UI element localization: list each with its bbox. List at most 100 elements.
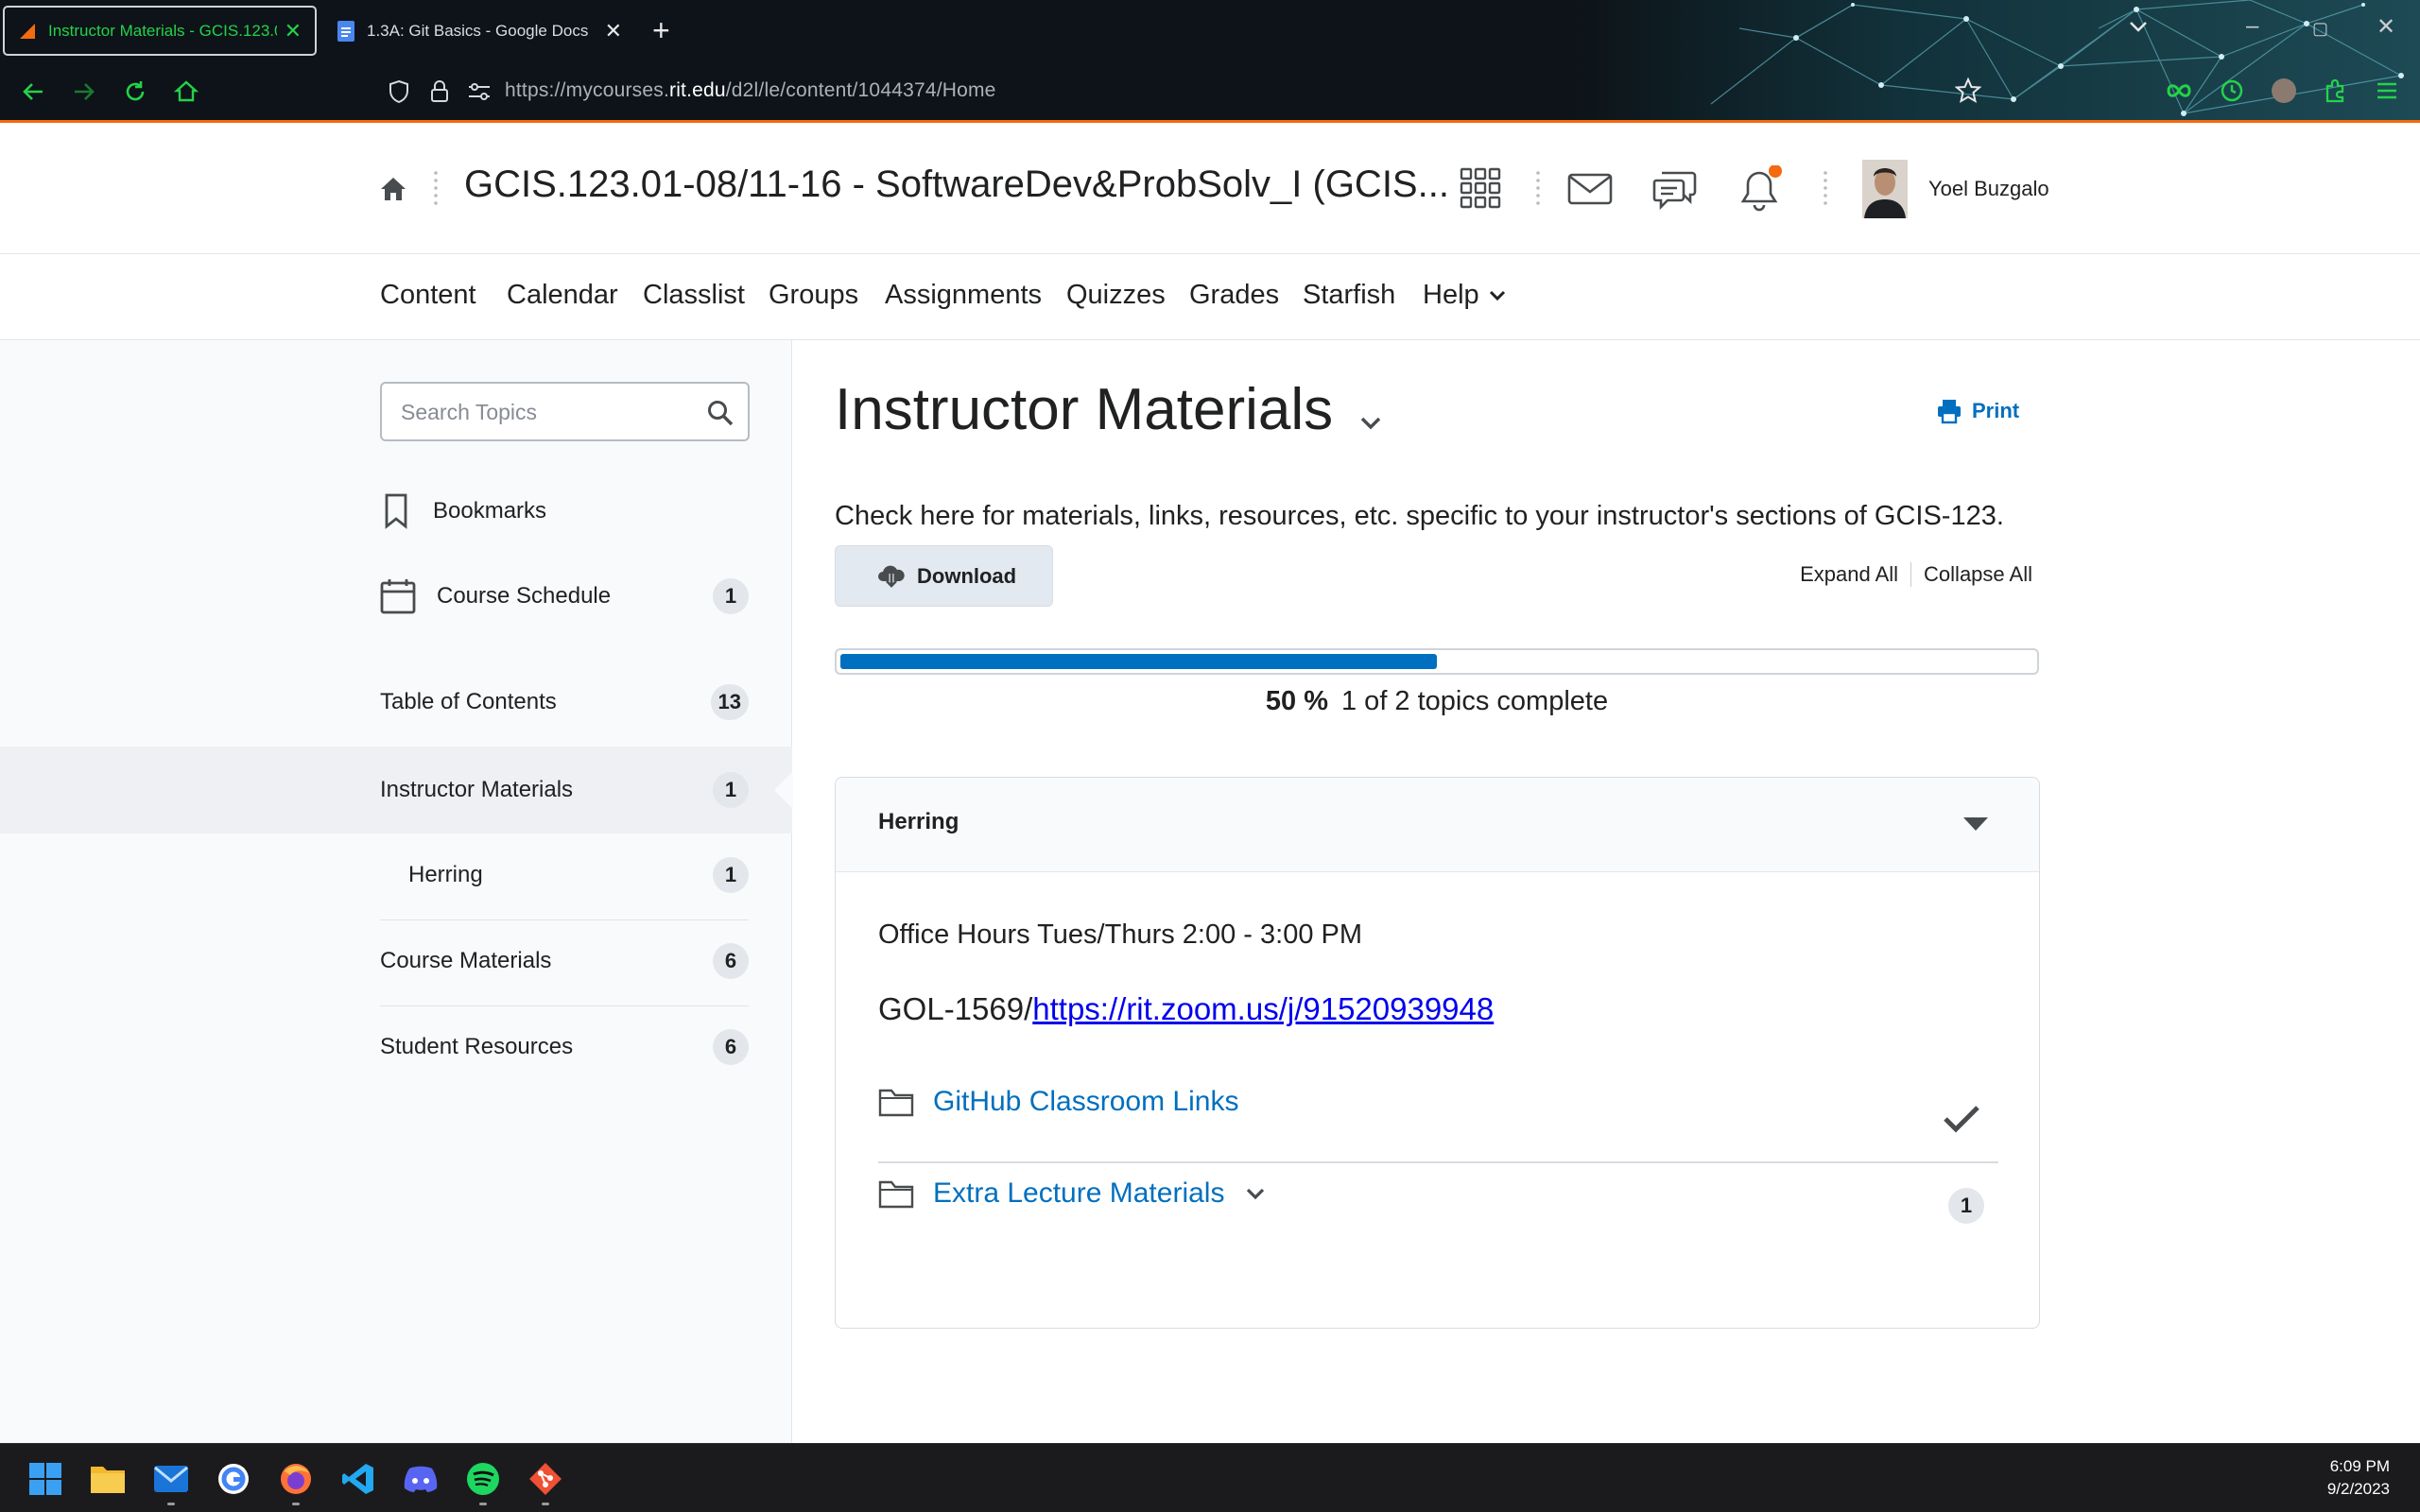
- toc-sidebar: Bookmarks Course Schedule 1 Table of Con…: [0, 340, 793, 1443]
- nav-groups[interactable]: Groups: [769, 280, 858, 311]
- topic-link[interactable]: Extra Lecture Materials: [933, 1177, 1224, 1210]
- collapse-caret-icon[interactable]: [1962, 816, 1990, 833]
- module-header[interactable]: Herring: [836, 778, 2039, 872]
- list-tabs-chevron-icon[interactable]: [2127, 15, 2150, 38]
- topic-extra-lecture-materials[interactable]: Extra Lecture Materials: [878, 1160, 1998, 1228]
- menu-hamburger-icon[interactable]: [2375, 79, 2399, 102]
- download-button[interactable]: Download: [835, 545, 1053, 607]
- nav-quizzes[interactable]: Quizzes: [1066, 280, 1166, 311]
- progress-bar-fill: [840, 654, 1437, 669]
- notifications-bell-icon[interactable]: [1739, 165, 1783, 213]
- mail-icon[interactable]: [1567, 173, 1613, 205]
- spotify-icon[interactable]: [464, 1460, 502, 1498]
- user-name[interactable]: Yoel Buzgalo: [1928, 177, 2049, 201]
- forward-arrow-icon: [75, 83, 95, 100]
- search-topics-input[interactable]: [401, 397, 684, 427]
- minimize-window-icon[interactable]: –: [2246, 13, 2258, 40]
- course-schedule-label: Course Schedule: [437, 583, 612, 609]
- course-navbar: Content Calendar Classlist Groups Assign…: [0, 255, 2420, 340]
- tab-title: 1.3A: Git Basics - Google Docs: [367, 21, 589, 40]
- home-icon[interactable]: [379, 175, 407, 203]
- extension-infinity-icon[interactable]: [2165, 79, 2193, 102]
- nav-grades[interactable]: Grades: [1189, 280, 1279, 311]
- divider: [380, 919, 749, 920]
- collapse-all-link[interactable]: Collapse All: [1924, 562, 2032, 587]
- print-button[interactable]: Print: [1936, 398, 2019, 424]
- notification-dot: [1769, 165, 1782, 178]
- tab-title: Instructor Materials - GCIS.123.01: [48, 21, 277, 40]
- address-bar[interactable]: https://mycourses.rit.edu/d2l/le/content…: [505, 79, 996, 102]
- accent-bar: [0, 120, 2420, 123]
- firefox-icon[interactable]: [277, 1460, 315, 1498]
- new-tab-button[interactable]: +: [652, 13, 670, 47]
- close-tab-icon[interactable]: ✕: [605, 19, 622, 43]
- nav-starfish[interactable]: Starfish: [1303, 280, 1395, 311]
- nav-calendar[interactable]: Calendar: [507, 280, 618, 311]
- count-badge: 6: [713, 1029, 749, 1065]
- course-selector-grid-icon[interactable]: [1460, 167, 1501, 209]
- nav-content[interactable]: Content: [380, 280, 476, 311]
- profile-avatar-icon[interactable]: [2272, 78, 2296, 103]
- topic-link[interactable]: GitHub Classroom Links: [933, 1086, 1238, 1118]
- bookmark-icon: [385, 493, 407, 529]
- network-theme-background: [1569, 0, 2420, 120]
- tab-instructor-materials[interactable]: Instructor Materials - GCIS.123.01 ✕: [3, 6, 317, 56]
- module-title: Herring: [878, 809, 959, 834]
- toc-item-label: Herring: [408, 862, 483, 887]
- back-button[interactable]: [17, 76, 49, 108]
- toc-item-course-materials[interactable]: Course Materials 6: [380, 935, 749, 988]
- extension-clock-icon[interactable]: [2220, 78, 2244, 103]
- close-tab-icon[interactable]: ✕: [285, 19, 302, 43]
- chevron-down-icon[interactable]: [1245, 1186, 1266, 1201]
- count-badge: 1: [713, 578, 749, 614]
- extensions-puzzle-icon[interactable]: [2323, 77, 2349, 104]
- vscode-icon[interactable]: [339, 1460, 377, 1498]
- discord-icon[interactable]: [402, 1460, 440, 1498]
- header-divider: [1824, 169, 1827, 207]
- nav-classlist[interactable]: Classlist: [643, 280, 745, 311]
- expand-all-link[interactable]: Expand All: [1800, 562, 1898, 587]
- file-explorer-icon[interactable]: [89, 1460, 127, 1498]
- course-title[interactable]: GCIS.123.01-08/11-16 - SoftwareDev&ProbS…: [464, 163, 1449, 206]
- nav-help[interactable]: Help: [1423, 280, 1506, 311]
- running-indicator: [542, 1503, 549, 1505]
- discussions-chat-icon[interactable]: [1652, 167, 1698, 211]
- maximize-window-icon[interactable]: ▢: [2312, 19, 2328, 39]
- tab-git-basics[interactable]: 1.3A: Git Basics - Google Docs ✕: [323, 6, 635, 56]
- bookmarks-link[interactable]: Bookmarks: [380, 485, 749, 538]
- module-description: Check here for materials, links, resourc…: [835, 501, 2004, 531]
- progress-bar: [835, 648, 2039, 675]
- windows-start-icon[interactable]: [26, 1460, 64, 1498]
- count-badge: 6: [713, 943, 749, 979]
- forward-button[interactable]: [68, 76, 100, 108]
- calendar-icon: [380, 579, 416, 614]
- close-window-icon[interactable]: ✕: [2377, 13, 2395, 41]
- url-domain: rit.edu: [669, 79, 726, 101]
- toc-item-instructor-materials[interactable]: Instructor Materials 1: [380, 764, 749, 816]
- module-options-chevron-icon[interactable]: [1358, 414, 1383, 431]
- mail-app-icon[interactable]: [152, 1460, 190, 1498]
- toc-item-student-resources[interactable]: Student Resources 6: [380, 1021, 749, 1074]
- search-icon[interactable]: [706, 399, 735, 427]
- course-schedule-link[interactable]: Course Schedule 1: [380, 570, 749, 623]
- site-permissions-icon[interactable]: [467, 81, 492, 102]
- home-button[interactable]: [170, 76, 202, 108]
- lock-icon[interactable]: [429, 79, 450, 104]
- header-divider: [1536, 169, 1540, 207]
- git-icon[interactable]: [527, 1460, 564, 1498]
- avatar[interactable]: [1862, 160, 1908, 218]
- clock-date: 9/2/2023: [2326, 1480, 2390, 1498]
- nav-assignments[interactable]: Assignments: [885, 280, 1042, 311]
- tracking-shield-icon[interactable]: [388, 79, 410, 104]
- complete-check-icon: [1944, 1106, 1979, 1133]
- reload-button[interactable]: [119, 76, 151, 108]
- count-badge: 1: [713, 857, 749, 893]
- zoom-link[interactable]: https://rit.zoom.us/j/91520939948: [1032, 991, 1494, 1026]
- bookmark-star-icon[interactable]: [1955, 77, 1981, 104]
- running-indicator: [167, 1503, 175, 1505]
- google-app-icon[interactable]: [215, 1460, 252, 1498]
- topic-github-classroom-links[interactable]: GitHub Classroom Links: [878, 1068, 1998, 1136]
- search-topics-box[interactable]: [380, 382, 750, 441]
- system-clock[interactable]: 6:09 PM 9/2/2023: [2327, 1455, 2390, 1501]
- toc-item-herring[interactable]: Herring 1: [408, 849, 749, 902]
